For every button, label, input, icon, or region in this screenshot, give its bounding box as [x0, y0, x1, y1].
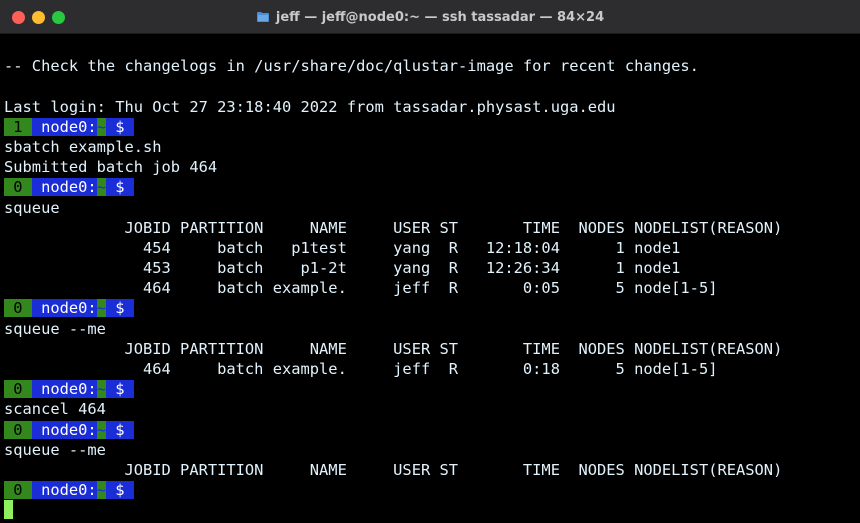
- prompt-exit-code: 0: [4, 178, 32, 197]
- prompt-symbol: $: [105, 420, 134, 439]
- prompt-hostname: node0:: [31, 299, 97, 318]
- prompt-hostname: node0:: [31, 481, 97, 500]
- shell-prompt: 0 node0:~ $: [4, 379, 782, 399]
- prompt-directory: ~: [96, 380, 106, 399]
- terminal-line: JOBID PARTITION NAME USER ST TIME NODES …: [4, 339, 783, 358]
- shell-prompt: 1 node0:~ $: [4, 117, 782, 137]
- prompt-hostname: node0:: [31, 117, 97, 136]
- prompt-exit-code: 0: [4, 380, 32, 399]
- shell-prompt: 0 node0:~ $: [4, 298, 782, 318]
- prompt-hostname: node0:: [31, 380, 97, 399]
- terminal-output[interactable]: -- Check the changelogs in /usr/share/do…: [4, 36, 782, 521]
- prompt-exit-code: 0: [4, 420, 32, 439]
- terminal-line: Submitted batch job 464: [4, 158, 218, 177]
- shell-prompt: 0 node0:~ $: [4, 480, 782, 500]
- text-cursor: [4, 500, 13, 520]
- title-bar[interactable]: jeff — jeff@node0:~ — ssh tassadar — 84×…: [0, 0, 860, 34]
- prompt-directory: ~: [96, 420, 106, 439]
- terminal-line: 453 batch p1-2t yang R 12:26:34 1 node1: [4, 259, 681, 278]
- prompt-hostname: node0:: [31, 420, 97, 439]
- cursor-line: [4, 500, 782, 520]
- prompt-symbol: $: [105, 481, 134, 500]
- terminal-line: squeue: [4, 198, 60, 217]
- terminal-line: 464 batch example. jeff R 0:18 5 node[1-…: [4, 360, 718, 378]
- prompt-hostname: node0:: [31, 178, 97, 197]
- prompt-directory: ~: [96, 481, 106, 500]
- terminal-line: -- Check the changelogs in /usr/share/do…: [4, 57, 699, 76]
- terminal-line: scancel 464: [4, 400, 106, 419]
- terminal-line: 454 batch p1test yang R 12:18:04 1 node1: [4, 238, 681, 257]
- terminal-line: squeue --me: [4, 440, 106, 459]
- folder-icon: [256, 12, 269, 22]
- prompt-directory: ~: [96, 299, 106, 318]
- terminal-window: jeff — jeff@node0:~ — ssh tassadar — 84×…: [0, 0, 860, 523]
- window-title: jeff — jeff@node0:~ — ssh tassadar — 84×…: [275, 9, 605, 25]
- shell-prompt: 0 node0:~ $: [4, 177, 782, 197]
- prompt-directory: ~: [96, 178, 106, 197]
- shell-prompt: 0 node0:~ $: [4, 420, 782, 440]
- prompt-directory: ~: [96, 117, 106, 136]
- terminal-line: JOBID PARTITION NAME USER ST TIME NODES …: [4, 460, 783, 479]
- terminal-line: sbatch example.sh: [4, 137, 162, 156]
- window-title-area: jeff — jeff@node0:~ — ssh tassadar — 84×…: [0, 0, 860, 34]
- prompt-exit-code: 0: [4, 481, 32, 500]
- terminal-line: squeue --me: [4, 319, 106, 338]
- prompt-symbol: $: [105, 380, 134, 399]
- terminal-line: Last login: Thu Oct 27 23:18:40 2022 fro…: [4, 97, 616, 116]
- prompt-symbol: $: [105, 117, 134, 136]
- prompt-exit-code: 0: [4, 299, 32, 318]
- prompt-symbol: $: [105, 299, 134, 318]
- prompt-symbol: $: [105, 178, 134, 197]
- terminal-line: 464 batch example. jeff R 0:05 5 node[1-…: [4, 279, 718, 298]
- terminal-line: JOBID PARTITION NAME USER ST TIME NODES …: [4, 218, 783, 237]
- prompt-exit-code: 1: [4, 117, 32, 136]
